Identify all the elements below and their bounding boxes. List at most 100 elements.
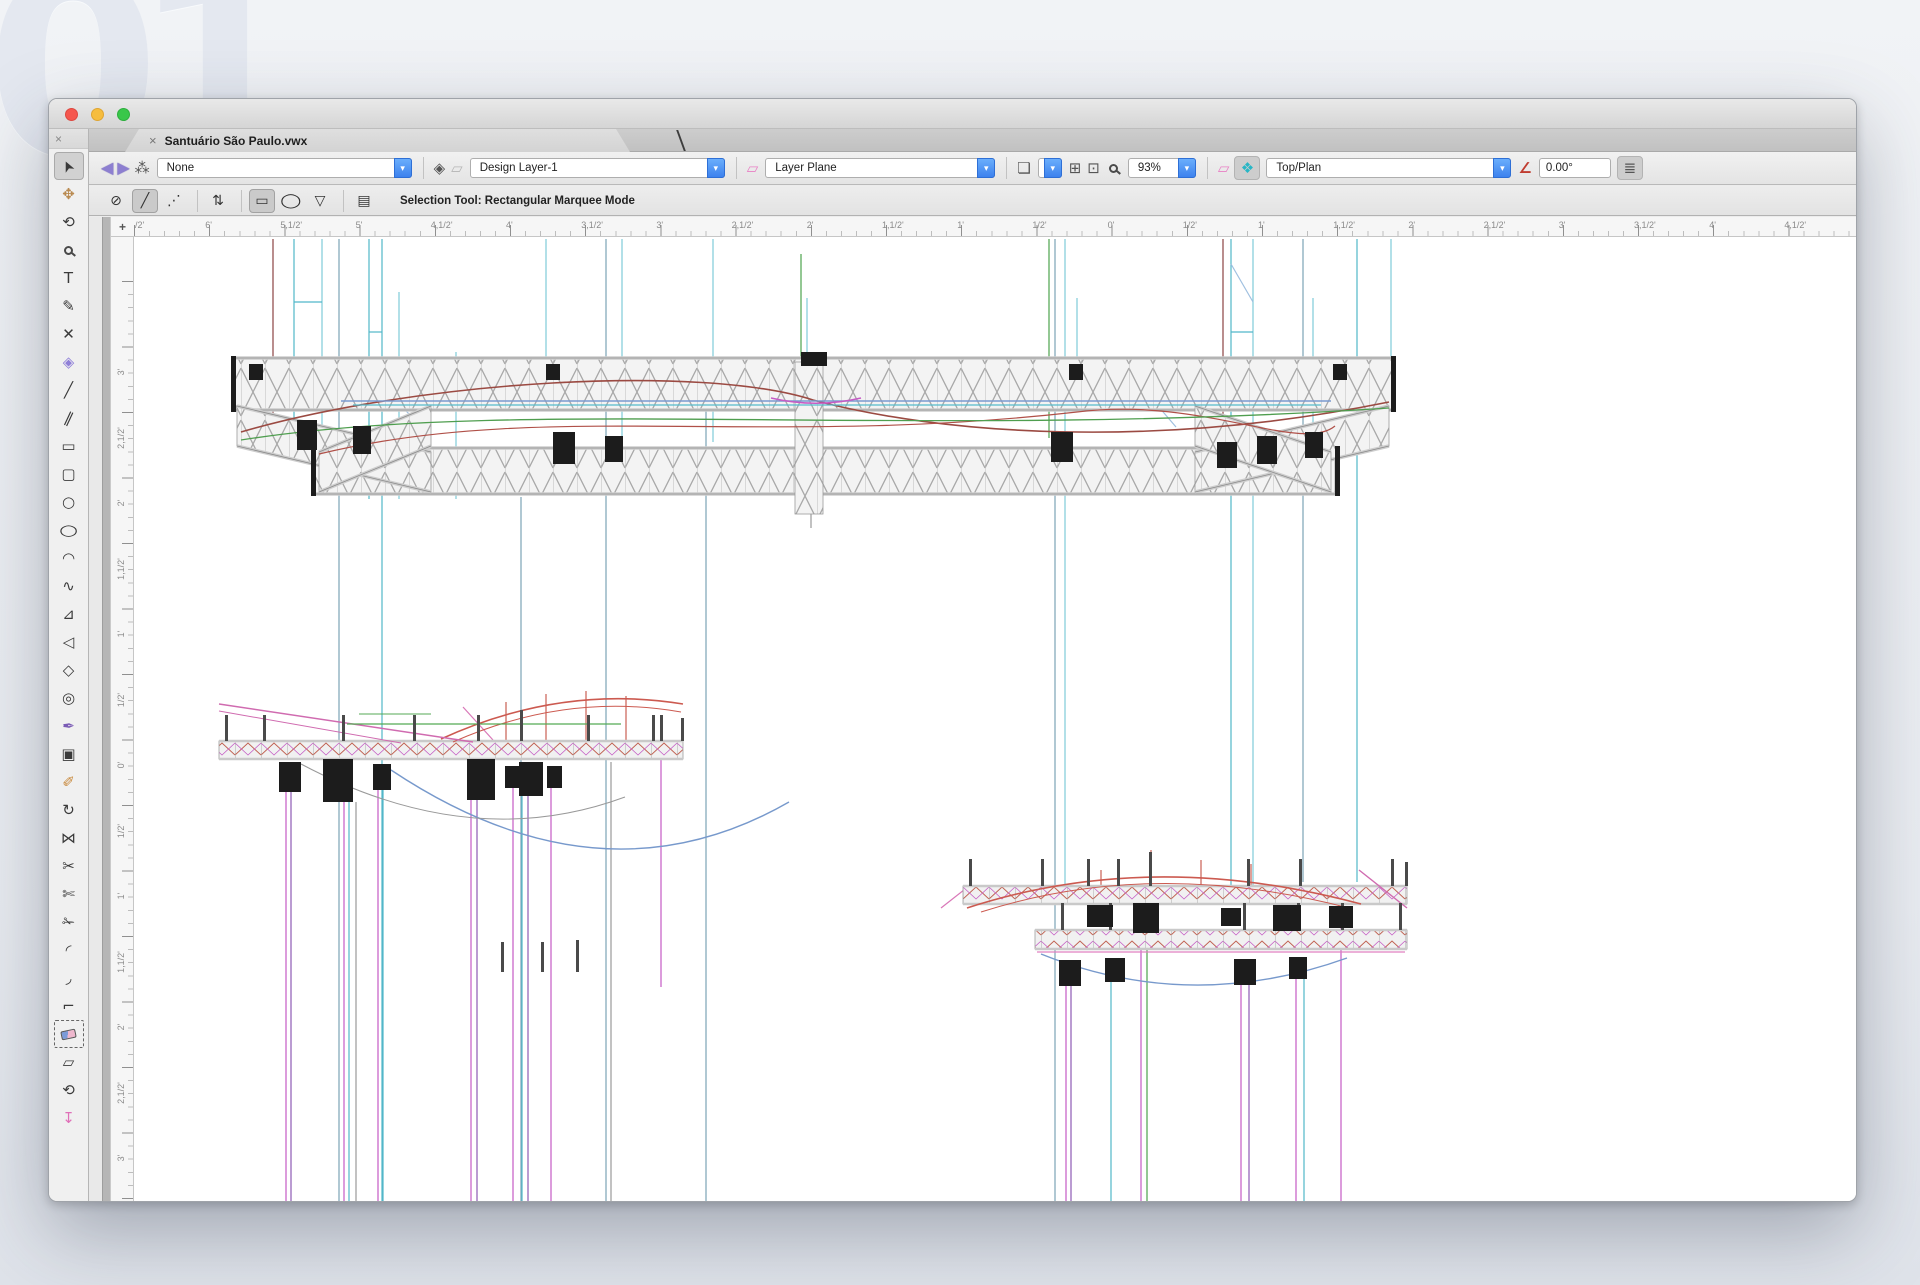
layers-icon[interactable]: ◈ xyxy=(434,161,446,176)
line-tool[interactable]: ╱ xyxy=(54,376,84,404)
multiple-drag-mode-button[interactable]: ⋰ xyxy=(161,189,187,213)
plane-reference-icon[interactable]: ▱ xyxy=(747,161,759,176)
close-tab-icon[interactable]: × xyxy=(149,134,157,147)
callout-tool[interactable]: ✎ xyxy=(54,292,84,320)
disable-snapping-mode-button[interactable]: ⊘ xyxy=(103,189,129,213)
cabinet-mode-button[interactable]: ▤ xyxy=(351,189,377,213)
hoist-motor[interactable] xyxy=(373,764,391,790)
hoist-motor[interactable] xyxy=(1333,364,1347,380)
hoist-motor[interactable] xyxy=(1329,906,1353,928)
rectangle-tool[interactable]: ▭ xyxy=(54,432,84,460)
hoist-motor[interactable] xyxy=(1391,356,1396,412)
hoist-motor[interactable] xyxy=(605,436,623,462)
hoist-motor[interactable] xyxy=(297,420,317,450)
back-view-icon[interactable]: ◀ xyxy=(101,160,113,176)
hoist-motor[interactable] xyxy=(801,352,827,366)
hoist-motor[interactable] xyxy=(1069,364,1083,380)
hoist-motor[interactable] xyxy=(1257,436,1277,464)
truss-post[interactable] xyxy=(1299,859,1302,886)
hoist-motor[interactable] xyxy=(353,426,371,454)
truss-post[interactable] xyxy=(969,859,972,886)
truss-post[interactable] xyxy=(1247,859,1250,886)
ruler-origin-icon[interactable]: + xyxy=(111,217,134,237)
chevron-down-icon[interactable]: ▾ xyxy=(707,158,725,178)
truss-band[interactable] xyxy=(313,448,1335,494)
truss-bands[interactable] xyxy=(233,358,1393,514)
hoist-motor[interactable] xyxy=(1234,959,1256,985)
selection-tool[interactable]: ➤ xyxy=(54,152,84,180)
view-mode-select[interactable]: Top/Plan ▾ xyxy=(1266,158,1511,178)
double-line-tool[interactable]: ∥ xyxy=(54,404,84,432)
page-options-select[interactable]: ▾ xyxy=(1038,158,1062,178)
truss-post[interactable] xyxy=(541,942,544,972)
pan-tool[interactable]: ✥ xyxy=(54,180,84,208)
rotate-tool[interactable]: ↻ xyxy=(54,796,84,824)
ladder-truss[interactable] xyxy=(1035,930,1407,949)
truss-post[interactable] xyxy=(1243,903,1246,930)
cable-curve[interactable] xyxy=(219,704,473,742)
truss-post[interactable] xyxy=(1117,859,1120,886)
class-options-icon[interactable]: ▱ xyxy=(451,161,463,176)
arc-tool[interactable]: ◠ xyxy=(54,544,84,572)
palette-titlebar[interactable]: × xyxy=(49,129,88,149)
truss-post[interactable] xyxy=(660,715,663,741)
hoist-motor[interactable] xyxy=(553,432,575,464)
freehand-tool[interactable]: ∿ xyxy=(54,572,84,600)
flyover-tool[interactable]: ⟲ xyxy=(54,208,84,236)
rotation-angle-field[interactable] xyxy=(1539,158,1611,178)
lasso-marquee-mode-button[interactable]: ◯ xyxy=(278,189,304,213)
hoist-motor[interactable] xyxy=(311,446,316,496)
hoist-motor[interactable] xyxy=(1051,432,1073,462)
truss-post[interactable] xyxy=(1041,859,1044,886)
hoist-motor[interactable] xyxy=(1217,442,1237,468)
ladder-truss[interactable] xyxy=(219,741,683,759)
polygon-marquee-mode-button[interactable]: ▽ xyxy=(307,189,333,213)
truss-drawing[interactable] xyxy=(134,237,1857,1202)
saved-views-icon[interactable]: ⁂ xyxy=(135,161,150,176)
hoist-motor[interactable] xyxy=(467,759,495,800)
hoist-motor[interactable] xyxy=(1105,958,1125,982)
hoist-motor[interactable] xyxy=(231,356,236,412)
truss-post[interactable] xyxy=(225,715,228,741)
brace-line[interactable] xyxy=(1231,264,1253,302)
truss-post[interactable] xyxy=(1087,859,1090,886)
polygon-tool[interactable]: ⊿ xyxy=(54,600,84,628)
window-titlebar[interactable] xyxy=(49,99,1856,129)
flyover-alt-tool[interactable]: ⟲ xyxy=(54,1076,84,1104)
truss-post[interactable] xyxy=(263,715,266,741)
rounded-rectangle-tool[interactable]: ▢ xyxy=(54,460,84,488)
chevron-down-icon[interactable]: ▾ xyxy=(1493,158,1511,178)
truss-post[interactable] xyxy=(1399,903,1402,930)
center-tower-truss[interactable] xyxy=(795,362,823,514)
hoist-motor[interactable] xyxy=(1087,905,1113,927)
hoist-motor[interactable] xyxy=(546,364,560,380)
reshape-tool[interactable]: ▱ xyxy=(54,1048,84,1076)
truss-post[interactable] xyxy=(413,715,416,741)
zoom-tool[interactable] xyxy=(54,236,84,264)
chevron-down-icon[interactable]: ▾ xyxy=(1178,158,1196,178)
mirror-tool[interactable]: ⋈ xyxy=(54,824,84,852)
hoist-motor[interactable] xyxy=(279,762,301,792)
send-to-surface-tool[interactable]: ↧ xyxy=(54,1104,84,1132)
drag-mode-button[interactable]: ╱ xyxy=(132,189,158,213)
extrude-tool[interactable]: ◈ xyxy=(54,348,84,376)
truss-post[interactable] xyxy=(1391,859,1394,886)
page-setup-icon[interactable]: ❏ xyxy=(1017,161,1030,176)
truss-post[interactable] xyxy=(1405,862,1408,886)
hoist-motor[interactable] xyxy=(323,759,353,802)
eraser-tool[interactable] xyxy=(54,1020,84,1048)
chevron-down-icon[interactable]: ▾ xyxy=(1044,158,1062,178)
knife-tool[interactable]: ✂ xyxy=(54,852,84,880)
fillet-point-tool[interactable]: ◜ xyxy=(54,936,84,964)
minimize-window-button[interactable] xyxy=(91,108,104,121)
text-tool[interactable]: T xyxy=(54,264,84,292)
hoist-motor[interactable] xyxy=(1059,960,1081,986)
magnifier-icon[interactable] xyxy=(1109,164,1118,173)
ladder-truss[interactable] xyxy=(963,886,1407,904)
forward-view-icon[interactable]: ▶ xyxy=(117,160,129,176)
fillet-tool[interactable]: ◞ xyxy=(54,964,84,992)
truss-post[interactable] xyxy=(1149,852,1152,886)
drawing-canvas[interactable] xyxy=(134,237,1856,1201)
split-tool[interactable]: ✁ xyxy=(54,908,84,936)
hoist-motor[interactable] xyxy=(505,766,520,788)
